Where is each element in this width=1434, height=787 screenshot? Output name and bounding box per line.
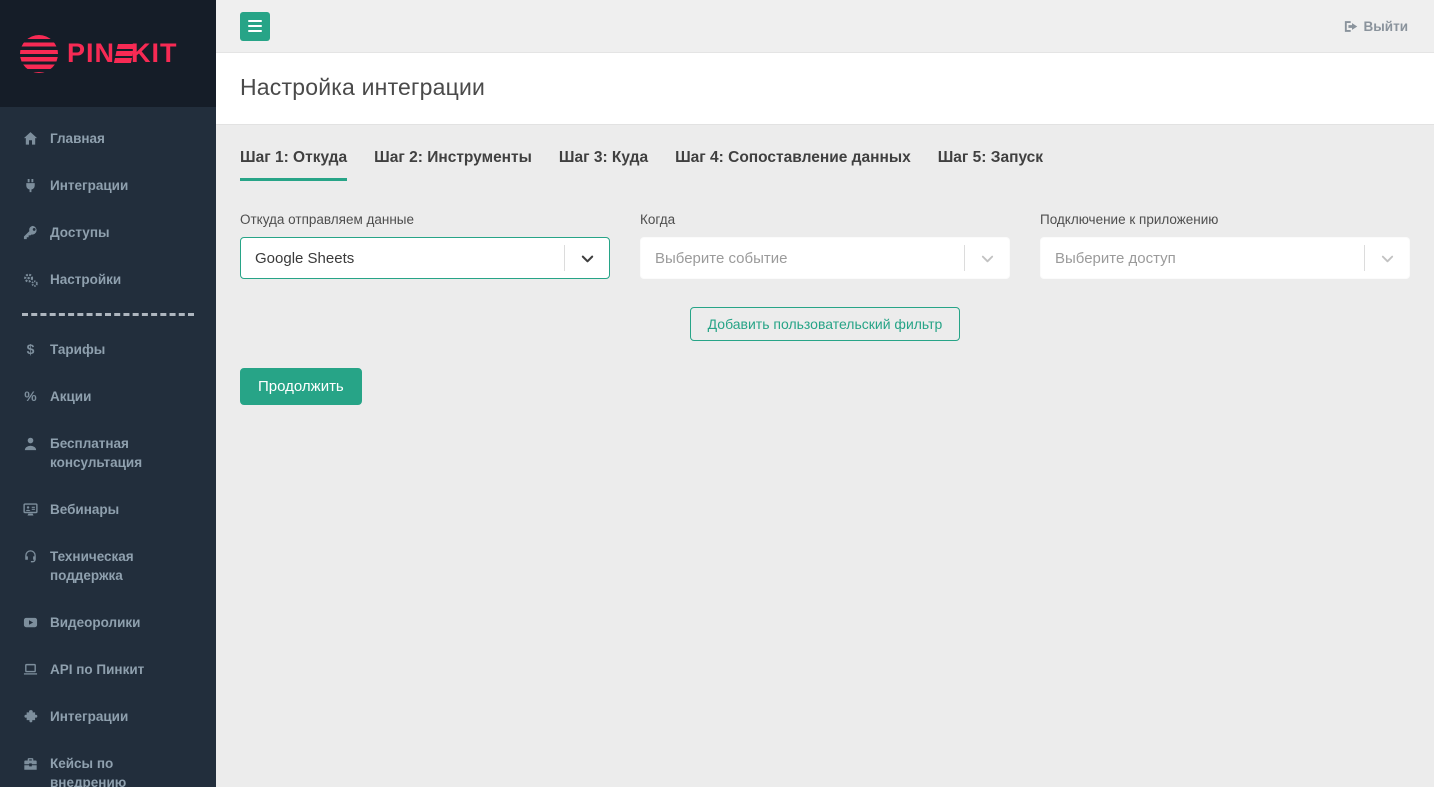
sidebar-item-label: Кейсы по внедрению	[50, 756, 127, 787]
sidebar-toggle-button[interactable]	[240, 11, 270, 41]
gears-icon	[22, 271, 39, 288]
sidebar-item-label: Бесплатная консультация	[50, 436, 143, 470]
tab-step4-sopostavlenie[interactable]: Шаг 4: Сопоставление данных	[675, 149, 911, 181]
video-icon	[22, 614, 39, 631]
chevron-down-icon[interactable]	[965, 251, 1009, 266]
pinkit-logo[interactable]: PIN KIT	[0, 0, 216, 107]
sidebar-item-akcii[interactable]: % Акции	[0, 373, 216, 420]
briefcase-icon	[22, 755, 39, 772]
main-area: Выйти Настройка интеграции Шаг 1: Откуда…	[216, 0, 1434, 787]
source-select[interactable]: Google Sheets	[240, 237, 610, 279]
sidebar-item-videoroliki[interactable]: Видеоролики	[0, 599, 216, 646]
tab-step3-kuda[interactable]: Шаг 3: Куда	[559, 149, 648, 181]
sign-out-icon	[1344, 20, 1357, 32]
field-source-label: Откуда отправляем данные	[240, 212, 414, 227]
title-band: Настройка интеграции	[216, 53, 1434, 125]
chevron-down-icon[interactable]	[1365, 251, 1409, 266]
field-source: Откуда отправляем данные Google Sheets	[240, 212, 610, 279]
headset-icon	[22, 548, 39, 565]
content: Шаг 1: Откуда Шаг 2: Инструменты Шаг 3: …	[216, 125, 1434, 787]
event-select[interactable]: Выберите событие	[640, 237, 1010, 279]
event-select-placeholder: Выберите событие	[655, 249, 788, 267]
webinar-icon	[22, 501, 39, 518]
sidebar-item-tarify[interactable]: $ Тарифы	[0, 326, 216, 373]
logo-part1: PIN	[67, 38, 116, 68]
sidebar-item-nastroyki[interactable]: Настройки	[0, 256, 216, 303]
sidebar-item-integracii[interactable]: Интеграции	[0, 162, 216, 209]
page-title: Настройка интеграции	[240, 74, 486, 100]
plug-icon	[22, 177, 39, 194]
sidebar-item-keysy[interactable]: Кейсы по внедрению	[0, 740, 216, 787]
sidebar-item-label: Техническая поддержка	[50, 549, 134, 583]
pinkit-logo-icon	[20, 34, 58, 73]
sidebar-divider	[22, 313, 194, 316]
sidebar-item-label: Настройки	[50, 272, 122, 287]
connection-select[interactable]: Выберите доступ	[1040, 237, 1410, 279]
home-icon	[22, 130, 39, 147]
sidebar-item-label: Доступы	[50, 225, 110, 240]
laptop-icon	[22, 661, 39, 678]
field-connection-label: Подключение к приложению	[1040, 212, 1219, 227]
logout-button[interactable]: Выйти	[1343, 18, 1409, 34]
sidebar-item-glavnaya[interactable]: Главная	[0, 115, 216, 162]
percent-icon: %	[24, 388, 37, 404]
sidebar-item-label: Интеграции	[50, 709, 129, 724]
add-custom-filter-button[interactable]: Добавить пользовательский фильтр	[689, 307, 961, 341]
sidebar-item-label: API по Пинкит	[50, 662, 145, 677]
field-event: Когда Выберите событие	[640, 212, 1010, 279]
logo-part2: KIT	[131, 38, 178, 68]
sidebar-item-label: Акции	[50, 389, 92, 404]
sidebar-item-vebinary[interactable]: Вебинары	[0, 486, 216, 533]
logout-label: Выйти	[1363, 18, 1409, 34]
sidebar-item-dostupy[interactable]: Доступы	[0, 209, 216, 256]
tab-step5-zapusk[interactable]: Шаг 5: Запуск	[938, 149, 1043, 181]
puzzle-icon	[22, 708, 39, 725]
source-select-value: Google Sheets	[255, 249, 355, 267]
key-icon	[22, 224, 39, 241]
sidebar-item-label: Главная	[50, 131, 105, 146]
form-row: Откуда отправляем данные Google Sheets К…	[240, 212, 1410, 279]
tab-step1-otkuda[interactable]: Шаг 1: Откуда	[240, 149, 348, 181]
dollar-icon: $	[26, 341, 35, 357]
filter-row: Добавить пользовательский фильтр	[240, 307, 1410, 341]
connection-select-placeholder: Выберите доступ	[1055, 249, 1176, 267]
pinkit-logo-text: PIN KIT	[67, 38, 178, 69]
chevron-down-icon[interactable]	[565, 251, 609, 266]
sidebar: PIN KIT Главная Интеграции Доступы Настр…	[0, 0, 216, 787]
sidebar-item-label: Видеоролики	[50, 615, 141, 630]
sidebar-item-konsultaciya[interactable]: Бесплатная консультация	[0, 420, 216, 486]
continue-button[interactable]: Продолжить	[240, 368, 362, 405]
sidebar-item-label: Вебинары	[50, 502, 120, 517]
sidebar-nav: Главная Интеграции Доступы Настройки $ Т…	[0, 107, 216, 787]
user-icon	[22, 435, 39, 452]
field-connection: Подключение к приложению Выберите доступ	[1040, 212, 1410, 279]
topbar: Выйти	[216, 0, 1434, 53]
sidebar-item-podderzhka[interactable]: Техническая поддержка	[0, 533, 216, 599]
sidebar-item-api[interactable]: API по Пинкит	[0, 646, 216, 693]
step-tabs: Шаг 1: Откуда Шаг 2: Инструменты Шаг 3: …	[240, 149, 1410, 181]
sidebar-item-label: Тарифы	[50, 342, 106, 357]
tab-step2-instrumenty[interactable]: Шаг 2: Инструменты	[374, 149, 532, 181]
sidebar-item-integracii-2[interactable]: Интеграции	[0, 693, 216, 740]
field-event-label: Когда	[640, 212, 676, 227]
sidebar-item-label: Интеграции	[50, 178, 129, 193]
continue-row: Продолжить	[240, 368, 1410, 405]
